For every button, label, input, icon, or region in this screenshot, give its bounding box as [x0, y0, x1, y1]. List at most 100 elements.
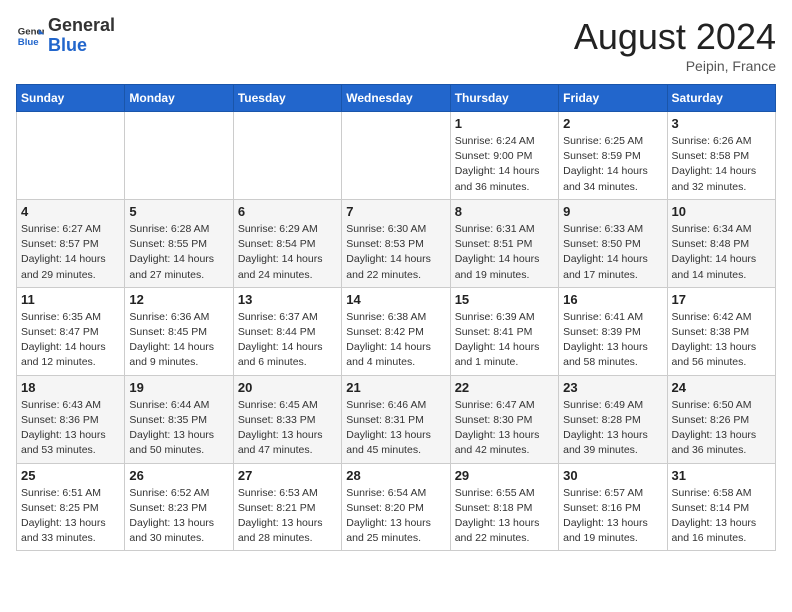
day-number: 11 [21, 292, 120, 307]
calendar-cell: 9 Sunrise: 6:33 AM Sunset: 8:50 PM Daylig… [559, 199, 667, 287]
day-number: 2 [563, 116, 662, 131]
calendar-cell: 31 Sunrise: 6:58 AM Sunset: 8:14 PM Dayli… [667, 463, 775, 551]
weekday-header: Tuesday [233, 85, 341, 112]
day-info: Sunrise: 6:29 AM Sunset: 8:54 PM Dayligh… [238, 222, 337, 283]
calendar-cell: 1Sunrise: 6:24 AM Sunset: 9:00 PM Daylig… [450, 112, 558, 200]
calendar-cell: 10Sunrise: 6:34 AM Sunset: 8:48 PM Dayli… [667, 199, 775, 287]
calendar-cell: 3Sunrise: 6:26 AM Sunset: 8:58 PM Daylig… [667, 112, 775, 200]
calendar-cell: 19Sunrise: 6:44 AM Sunset: 8:35 PM Dayli… [125, 375, 233, 463]
day-number: 16 [563, 292, 662, 307]
day-number: 1 [455, 116, 554, 131]
calendar-cell: 15 Sunrise: 6:39 AM Sunset: 8:41 PM Dayli… [450, 287, 558, 375]
day-number: 27 [238, 468, 337, 483]
day-number: 25 [21, 468, 120, 483]
day-number: 21 [346, 380, 445, 395]
calendar-cell: 25 Sunrise: 6:51 AM Sunset: 8:25 PM Dayli… [17, 463, 125, 551]
day-info: Sunrise: 6:49 AM Sunset: 8:28 PM Dayligh… [563, 398, 662, 459]
day-number: 13 [238, 292, 337, 307]
calendar-cell [125, 112, 233, 200]
day-number: 19 [129, 380, 228, 395]
calendar-cell [233, 112, 341, 200]
calendar-cell: 5 Sunrise: 6:28 AM Sunset: 8:55 PM Daylig… [125, 199, 233, 287]
calendar-cell: 13 Sunrise: 6:37 AM Sunset: 8:44 PM Dayli… [233, 287, 341, 375]
title-block: August 2024 Peipin, France [574, 16, 776, 74]
logo: General Blue General Blue [16, 16, 115, 56]
day-info: Sunrise: 6:52 AM Sunset: 8:23 PM Dayligh… [129, 486, 228, 547]
day-info: Sunrise: 6:26 AM Sunset: 8:58 PM Dayligh… [672, 134, 771, 195]
day-info: Sunrise: 6:37 AM Sunset: 8:44 PM Dayligh… [238, 310, 337, 371]
day-number: 6 [238, 204, 337, 219]
calendar-cell: 24Sunrise: 6:50 AM Sunset: 8:26 PM Dayli… [667, 375, 775, 463]
calendar-cell: 11 Sunrise: 6:35 AM Sunset: 8:47 PM Dayli… [17, 287, 125, 375]
location: Peipin, France [574, 58, 776, 74]
logo-general-text: General [48, 15, 115, 35]
day-info: Sunrise: 6:43 AM Sunset: 8:36 PM Dayligh… [21, 398, 120, 459]
day-info: Sunrise: 6:41 AM Sunset: 8:39 PM Dayligh… [563, 310, 662, 371]
calendar-cell: 8 Sunrise: 6:31 AM Sunset: 8:51 PM Daylig… [450, 199, 558, 287]
calendar-cell [17, 112, 125, 200]
calendar-cell: 16 Sunrise: 6:41 AM Sunset: 8:39 PM Dayli… [559, 287, 667, 375]
day-number: 17 [672, 292, 771, 307]
day-number: 5 [129, 204, 228, 219]
day-info: Sunrise: 6:25 AM Sunset: 8:59 PM Dayligh… [563, 134, 662, 195]
day-number: 4 [21, 204, 120, 219]
calendar-cell: 21 Sunrise: 6:46 AM Sunset: 8:31 PM Dayli… [342, 375, 450, 463]
day-number: 8 [455, 204, 554, 219]
day-info: Sunrise: 6:54 AM Sunset: 8:20 PM Dayligh… [346, 486, 445, 547]
day-number: 31 [672, 468, 771, 483]
calendar-cell: 14 Sunrise: 6:38 AM Sunset: 8:42 PM Dayli… [342, 287, 450, 375]
day-info: Sunrise: 6:35 AM Sunset: 8:47 PM Dayligh… [21, 310, 120, 371]
day-info: Sunrise: 6:27 AM Sunset: 8:57 PM Dayligh… [21, 222, 120, 283]
calendar-week-row: 25 Sunrise: 6:51 AM Sunset: 8:25 PM Dayli… [17, 463, 776, 551]
calendar-cell: 12Sunrise: 6:36 AM Sunset: 8:45 PM Dayli… [125, 287, 233, 375]
calendar-table: SundayMondayTuesdayWednesdayThursdayFrid… [16, 84, 776, 551]
day-info: Sunrise: 6:30 AM Sunset: 8:53 PM Dayligh… [346, 222, 445, 283]
day-info: Sunrise: 6:38 AM Sunset: 8:42 PM Dayligh… [346, 310, 445, 371]
day-info: Sunrise: 6:55 AM Sunset: 8:18 PM Dayligh… [455, 486, 554, 547]
weekday-header: Sunday [17, 85, 125, 112]
calendar-week-row: 1Sunrise: 6:24 AM Sunset: 9:00 PM Daylig… [17, 112, 776, 200]
weekday-header: Monday [125, 85, 233, 112]
calendar-week-row: 4 Sunrise: 6:27 AM Sunset: 8:57 PM Daylig… [17, 199, 776, 287]
day-info: Sunrise: 6:46 AM Sunset: 8:31 PM Dayligh… [346, 398, 445, 459]
logo-icon: General Blue [16, 22, 44, 50]
calendar-header: SundayMondayTuesdayWednesdayThursdayFrid… [17, 85, 776, 112]
calendar-cell: 7Sunrise: 6:30 AM Sunset: 8:53 PM Daylig… [342, 199, 450, 287]
day-number: 10 [672, 204, 771, 219]
day-info: Sunrise: 6:51 AM Sunset: 8:25 PM Dayligh… [21, 486, 120, 547]
month-year: August 2024 [574, 16, 776, 58]
svg-text:Blue: Blue [18, 37, 39, 48]
day-number: 28 [346, 468, 445, 483]
day-info: Sunrise: 6:53 AM Sunset: 8:21 PM Dayligh… [238, 486, 337, 547]
calendar-cell: 30 Sunrise: 6:57 AM Sunset: 8:16 PM Dayli… [559, 463, 667, 551]
calendar-cell: 2 Sunrise: 6:25 AM Sunset: 8:59 PM Daylig… [559, 112, 667, 200]
day-info: Sunrise: 6:28 AM Sunset: 8:55 PM Dayligh… [129, 222, 228, 283]
calendar-cell: 28 Sunrise: 6:54 AM Sunset: 8:20 PM Dayli… [342, 463, 450, 551]
day-info: Sunrise: 6:33 AM Sunset: 8:50 PM Dayligh… [563, 222, 662, 283]
page-header: General Blue General Blue August 2024 Pe… [16, 16, 776, 74]
day-info: Sunrise: 6:39 AM Sunset: 8:41 PM Dayligh… [455, 310, 554, 371]
calendar-cell: 27 Sunrise: 6:53 AM Sunset: 8:21 PM Dayli… [233, 463, 341, 551]
day-info: Sunrise: 6:31 AM Sunset: 8:51 PM Dayligh… [455, 222, 554, 283]
calendar-cell: 22Sunrise: 6:47 AM Sunset: 8:30 PM Dayli… [450, 375, 558, 463]
calendar-cell [342, 112, 450, 200]
day-number: 23 [563, 380, 662, 395]
day-number: 9 [563, 204, 662, 219]
day-info: Sunrise: 6:57 AM Sunset: 8:16 PM Dayligh… [563, 486, 662, 547]
day-number: 15 [455, 292, 554, 307]
day-number: 18 [21, 380, 120, 395]
calendar-cell: 29 Sunrise: 6:55 AM Sunset: 8:18 PM Dayli… [450, 463, 558, 551]
calendar-cell: 20Sunrise: 6:45 AM Sunset: 8:33 PM Dayli… [233, 375, 341, 463]
day-info: Sunrise: 6:42 AM Sunset: 8:38 PM Dayligh… [672, 310, 771, 371]
day-number: 14 [346, 292, 445, 307]
weekday-header: Wednesday [342, 85, 450, 112]
day-info: Sunrise: 6:47 AM Sunset: 8:30 PM Dayligh… [455, 398, 554, 459]
day-info: Sunrise: 6:58 AM Sunset: 8:14 PM Dayligh… [672, 486, 771, 547]
day-number: 29 [455, 468, 554, 483]
calendar-week-row: 11 Sunrise: 6:35 AM Sunset: 8:47 PM Dayli… [17, 287, 776, 375]
calendar-cell: 18 Sunrise: 6:43 AM Sunset: 8:36 PM Dayli… [17, 375, 125, 463]
day-number: 20 [238, 380, 337, 395]
weekday-row: SundayMondayTuesdayWednesdayThursdayFrid… [17, 85, 776, 112]
calendar-body: 1Sunrise: 6:24 AM Sunset: 9:00 PM Daylig… [17, 112, 776, 551]
day-number: 30 [563, 468, 662, 483]
